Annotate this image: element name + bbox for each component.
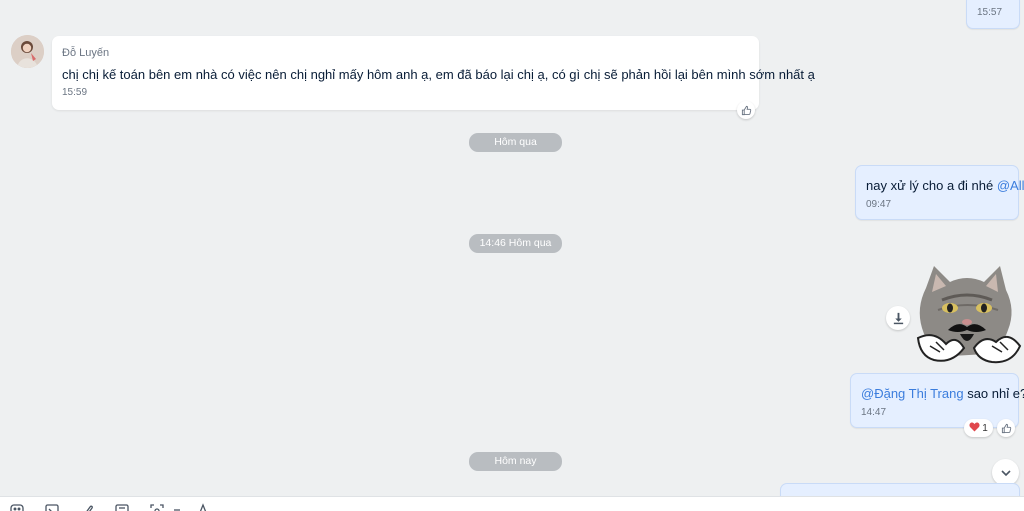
- composer-toolbar: [0, 496, 1024, 511]
- message-text: chị chị kế toán bên em nhà có việc nên c…: [62, 67, 815, 82]
- attachment-icon[interactable]: [81, 501, 95, 511]
- message-text: @Đặng Thị Trang sao nhỉ e?: [861, 386, 1024, 401]
- date-separator: 14:46 Hôm qua: [469, 234, 562, 253]
- message-bubble-outgoing[interactable]: @Đặng Thị Trang sao nhỉ e? 14:47: [850, 373, 1024, 428]
- heart-icon: [969, 422, 980, 435]
- thumbs-up-icon[interactable]: [737, 101, 755, 119]
- image-icon[interactable]: [45, 501, 59, 511]
- message-bubble-outgoing[interactable]: 15:57: [966, 0, 1020, 29]
- download-icon[interactable]: [886, 306, 910, 330]
- screenshot-icon[interactable]: [115, 501, 129, 511]
- thumbs-up-icon[interactable]: [997, 419, 1015, 437]
- sticker-icon[interactable]: [10, 501, 24, 511]
- message-time: 15:59: [62, 87, 88, 98]
- message-body: nay xử lý cho a đi nhé: [866, 178, 997, 193]
- message-bubble-incoming[interactable]: Đỗ Luyến chị chị kế toán bên em nhà có v…: [52, 36, 815, 110]
- mention-link[interactable]: @Đặng Thị Trang: [861, 386, 964, 401]
- cat-mustache-sticker[interactable]: [912, 264, 1022, 372]
- mention-link[interactable]: @All: [997, 178, 1024, 193]
- more-icon[interactable]: [172, 501, 182, 511]
- reaction-badge[interactable]: 1: [964, 419, 993, 437]
- date-separator: Hôm qua: [469, 133, 562, 152]
- date-separator: Hôm nay: [469, 452, 562, 471]
- message-body: sao nhỉ e?: [963, 386, 1024, 401]
- message-time: 09:47: [866, 199, 892, 210]
- sender-name: Đỗ Luyến: [62, 47, 110, 59]
- reaction-count: 1: [982, 422, 988, 434]
- capture-icon[interactable]: [150, 501, 164, 511]
- avatar[interactable]: [11, 35, 44, 68]
- chevron-down-icon[interactable]: [992, 459, 1019, 486]
- message-time: 14:47: [861, 407, 887, 418]
- message-text: nay xử lý cho a đi nhé @All: [866, 178, 1024, 193]
- message-bubble-outgoing[interactable]: nay xử lý cho a đi nhé @All 09:47: [855, 165, 1024, 220]
- message-time: 15:57: [977, 7, 1003, 18]
- text-format-icon[interactable]: [197, 501, 209, 511]
